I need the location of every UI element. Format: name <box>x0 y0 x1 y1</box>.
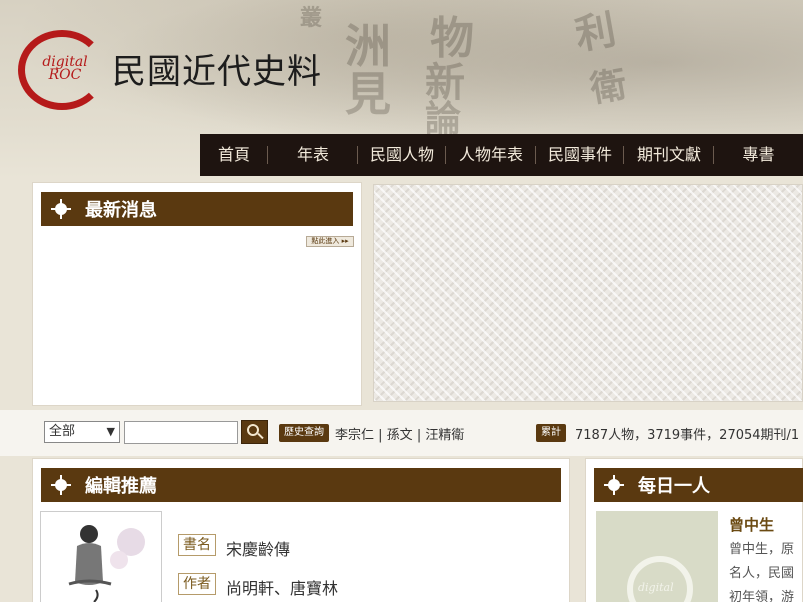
quick-links: 李宗仁 | 孫文 | 汪精衛 <box>335 428 465 443</box>
search-input[interactable] <box>124 421 238 444</box>
person-description: 曾中生，原名人，民國初年領，游擊戰 <box>729 542 795 602</box>
banner-area <box>373 184 803 402</box>
sun-icon <box>604 475 624 495</box>
stats-text: 7187人物，3719事件，27054期刊/1 <box>575 428 800 443</box>
quick-link-3[interactable]: 汪精衛 <box>425 428 464 443</box>
news-header: 最新消息 <box>41 192 353 226</box>
search-button[interactable] <box>241 420 268 444</box>
nav-people[interactable]: 民國人物 <box>358 134 446 176</box>
person-placeholder-image[interactable]: digital <box>596 511 718 602</box>
news-title: 最新消息 <box>85 200 157 221</box>
nav-people-timeline[interactable]: 人物年表 <box>446 134 536 176</box>
news-enter-button[interactable]: 點此進入 ▸▸ <box>306 236 354 247</box>
nav-events[interactable]: 民國事件 <box>536 134 624 176</box>
category-select[interactable]: 全部 ▼ <box>44 421 120 443</box>
history-query-tag[interactable]: 歷史查詢 <box>279 424 329 442</box>
editor-title: 編輯推薦 <box>85 476 157 497</box>
editor-header: 編輯推薦 <box>41 468 561 502</box>
book-title-label: 書名 <box>178 534 216 556</box>
nav-timeline[interactable]: 年表 <box>268 134 358 176</box>
svg-text:digital: digital <box>638 581 674 594</box>
main-nav: 首頁 年表 民國人物 人物年表 民國事件 期刊文獻 專書 <box>200 134 803 176</box>
nav-journals[interactable]: 期刊文獻 <box>624 134 714 176</box>
sun-icon <box>51 475 71 495</box>
author-label: 作者 <box>178 573 216 595</box>
quick-link-1[interactable]: 李宗仁 <box>335 428 374 443</box>
daily-title: 每日一人 <box>638 476 710 497</box>
nav-books[interactable]: 專書 <box>714 134 803 176</box>
site-title[interactable]: 民國近代史料 <box>112 44 322 93</box>
person-name[interactable]: 曾中生 <box>729 514 774 535</box>
stats-tag: 累計 <box>536 424 566 442</box>
author-value: 尚明軒、唐寶林 <box>226 579 339 598</box>
book-title-value[interactable]: 宋慶齡傳 <box>226 536 290 560</box>
daily-header: 每日一人 <box>594 468 803 502</box>
sun-icon <box>51 199 71 219</box>
book-cover-image[interactable] <box>40 511 162 602</box>
news-panel: 最新消息 <box>32 182 362 406</box>
logo-text: digital ROC <box>42 54 88 83</box>
chevron-down-icon: ▼ <box>106 425 115 438</box>
quick-link-2[interactable]: 孫文 <box>387 428 413 443</box>
nav-home[interactable]: 首頁 <box>200 134 268 176</box>
